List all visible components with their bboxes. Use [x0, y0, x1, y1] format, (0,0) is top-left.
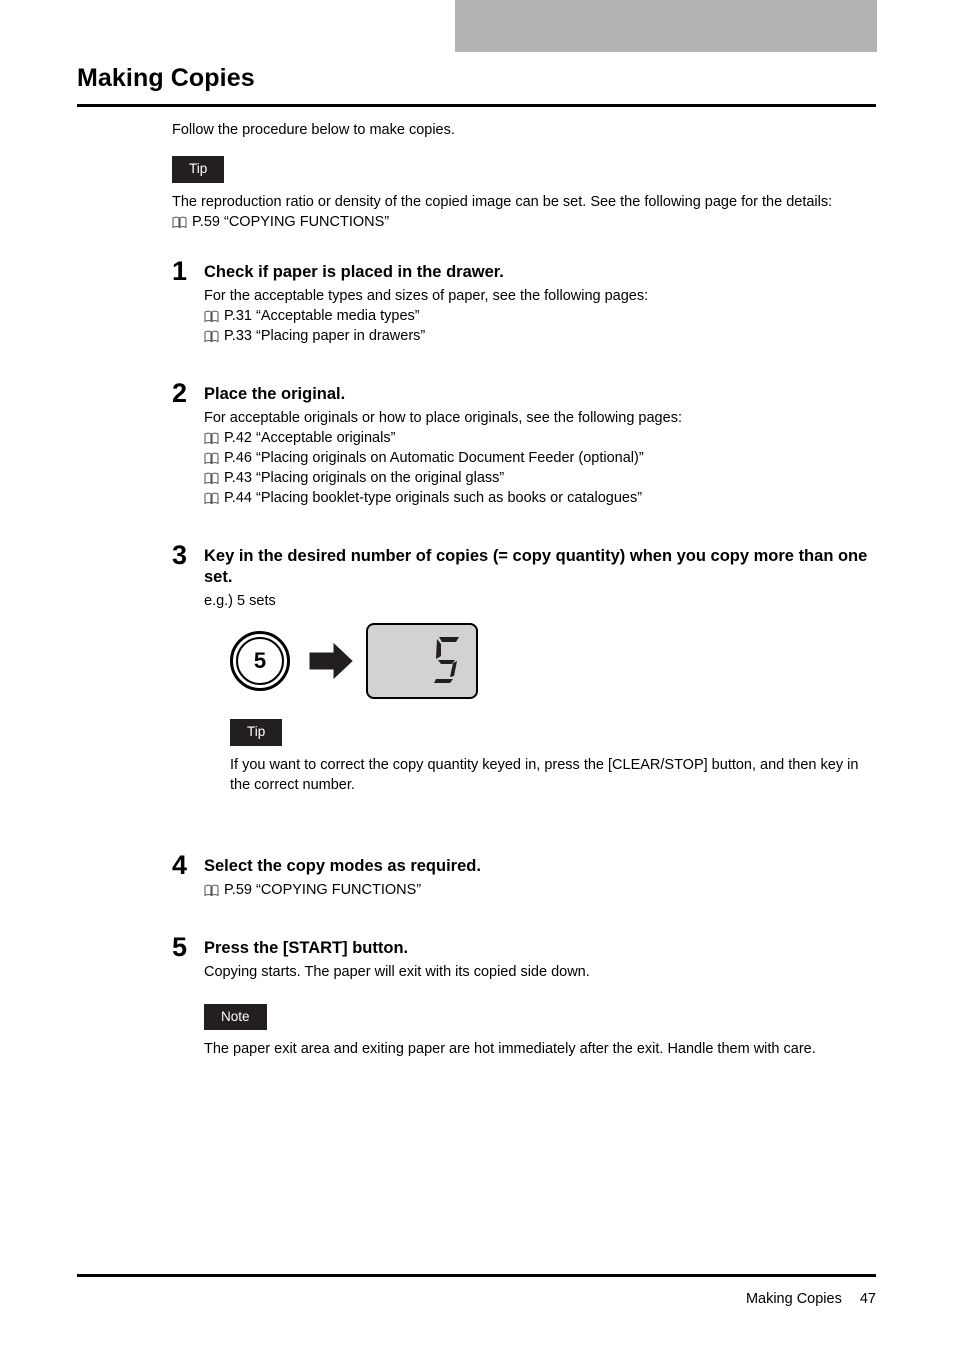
- right-arrow-icon: [308, 641, 354, 681]
- step-1-number: 1: [172, 256, 188, 286]
- step-2-reference-2[interactable]: P.46 “Placing originals on Automatic Doc…: [204, 448, 876, 468]
- step-5-text: Copying starts. The paper will exit with…: [204, 963, 590, 980]
- footer-page-number: 47: [859, 1291, 876, 1307]
- reference-label: P.44 “Placing booklet-type originals suc…: [224, 490, 643, 506]
- numeric-key-5[interactable]: 5: [230, 631, 290, 691]
- reference-label: P.59 “COPYING FUNCTIONS”: [192, 214, 390, 230]
- step-2-reference-4[interactable]: P.44 “Placing booklet-type originals suc…: [204, 488, 876, 508]
- reference-label: P.43 “Placing originals on the original …: [224, 470, 505, 486]
- book-icon: [204, 471, 219, 485]
- footer: Making Copies 47: [746, 1291, 876, 1307]
- step-4-body: Select the copy modes as required. P.59 …: [204, 856, 876, 900]
- step-3-tip-body: If you want to correct the copy quantity…: [230, 756, 859, 794]
- page-title: Making Copies: [77, 64, 255, 92]
- step-3-text: e.g.) 5 sets: [204, 593, 276, 609]
- book-icon: [204, 491, 219, 505]
- step-5: 5 Press the [START] button. Copying star…: [172, 933, 876, 1060]
- reference-label: P.33 “Placing paper in drawers”: [224, 328, 426, 344]
- page-content: Follow the procedure below to make copie…: [172, 120, 876, 1060]
- step-5-number: 5: [172, 931, 188, 962]
- step-4: 4 Select the copy modes as required. P.5…: [172, 851, 876, 900]
- display-digit-5: [432, 635, 462, 685]
- step-1-body: Check if paper is placed in the drawer. …: [204, 262, 876, 346]
- book-icon: [204, 883, 219, 896]
- book-icon: [204, 309, 219, 323]
- step-1-text: For the acceptable types and sizes of pa…: [204, 288, 649, 304]
- step-1: 1 Check if paper is placed in the drawer…: [172, 258, 876, 346]
- intro-tip-body: The reproduction ratio or density of the…: [172, 193, 833, 210]
- step-3-number: 3: [172, 540, 188, 570]
- step-2-title: Place the original.: [204, 385, 346, 403]
- step-3-title: Key in the desired number of copies (= c…: [204, 547, 868, 586]
- step-1-title: Check if paper is placed in the drawer.: [204, 263, 504, 281]
- step-2-text: For acceptable originals or how to place…: [204, 410, 682, 426]
- step-3: 3 Key in the desired number of copies (=…: [172, 542, 876, 796]
- tip-badge: Tip: [230, 719, 283, 746]
- footer-divider: [77, 1274, 876, 1277]
- footer-section-label: Making Copies: [745, 1291, 842, 1307]
- step-2-body: Place the original. For acceptable origi…: [204, 384, 876, 508]
- copy-quantity-display: [366, 623, 478, 699]
- intro-tip-callout: Tip The reproduction ratio or density of…: [172, 156, 876, 232]
- book-icon: [204, 431, 219, 445]
- step-4-number: 4: [172, 849, 188, 880]
- step-3-tip-callout: Tip If you want to correct the copy quan…: [230, 719, 876, 796]
- reference-label: P.46 “Placing originals on Automatic Doc…: [224, 450, 644, 466]
- step-5-note-body: The paper exit area and exiting paper ar…: [204, 1041, 816, 1057]
- title-divider: [77, 104, 876, 107]
- step-5-title: Press the [START] button.: [204, 938, 409, 957]
- step-5-body: Press the [START] button. Copying starts…: [204, 938, 876, 1060]
- book-icon: [204, 451, 219, 465]
- note-badge: Note: [204, 1003, 267, 1030]
- section-tab-marker: [455, 0, 877, 52]
- reference-label: P.31 “Acceptable media types”: [224, 308, 420, 324]
- step-2-number: 2: [172, 378, 188, 408]
- book-icon: [204, 329, 219, 343]
- step-1-reference-2[interactable]: P.33 “Placing paper in drawers”: [204, 326, 876, 346]
- step-4-reference-1[interactable]: P.59 “COPYING FUNCTIONS”: [204, 880, 876, 900]
- numeric-key-label: 5: [253, 648, 267, 673]
- step-5-note-callout: Note The paper exit area and exiting pap…: [204, 1003, 876, 1060]
- book-icon: [172, 215, 187, 229]
- intro-paragraph: Follow the procedure below to make copie…: [172, 122, 455, 138]
- step-2-reference-1[interactable]: P.42 “Acceptable originals”: [204, 428, 876, 448]
- tip-badge: Tip: [172, 156, 225, 183]
- step-1-reference-1[interactable]: P.31 “Acceptable media types”: [204, 306, 876, 326]
- step-4-title: Select the copy modes as required.: [204, 856, 481, 875]
- reference-label: P.42 “Acceptable originals”: [224, 430, 396, 446]
- copy-quantity-figure: 5: [230, 623, 876, 699]
- intro-tip-reference[interactable]: P.59 “COPYING FUNCTIONS”: [172, 212, 876, 232]
- step-2-reference-3[interactable]: P.43 “Placing originals on the original …: [204, 468, 876, 488]
- step-3-body: Key in the desired number of copies (= c…: [204, 546, 876, 796]
- reference-label: P.59 “COPYING FUNCTIONS”: [224, 881, 422, 898]
- step-2: 2 Place the original. For acceptable ori…: [172, 380, 876, 508]
